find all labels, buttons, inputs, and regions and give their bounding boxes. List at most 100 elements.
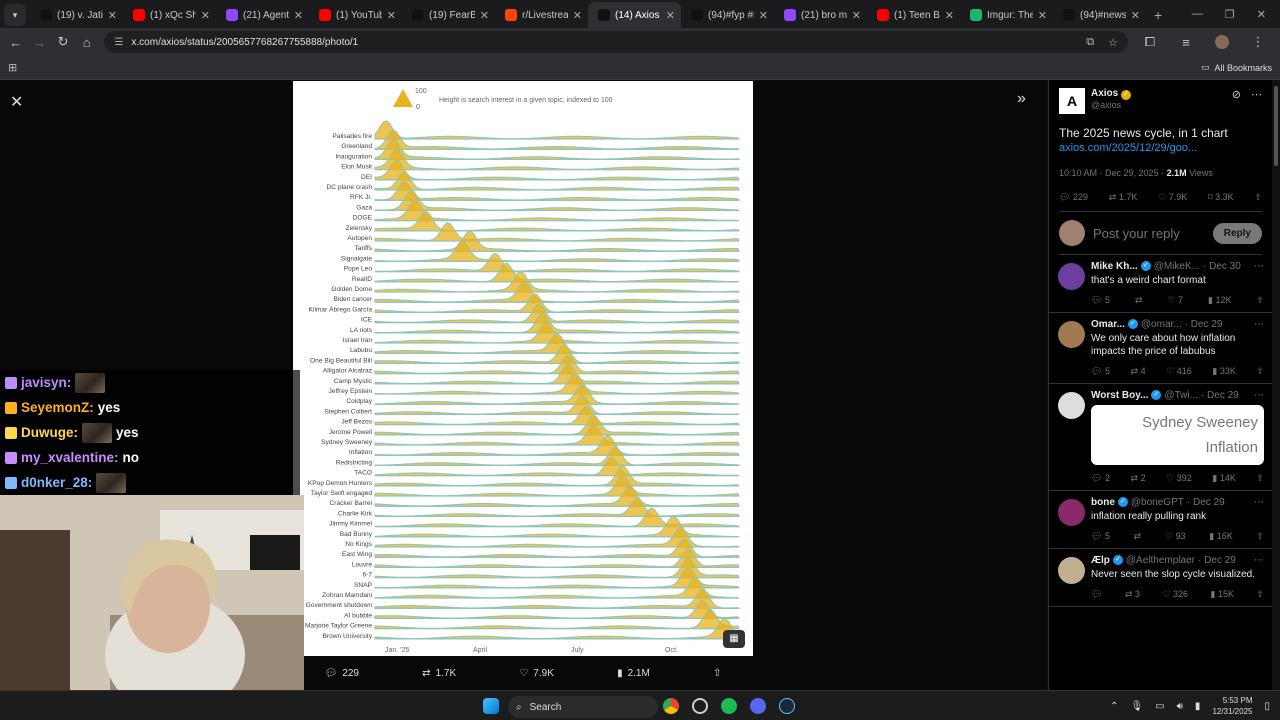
reply-like-button[interactable]: ♡ 326 [1162, 589, 1188, 600]
tab-close-icon[interactable]: ✕ [945, 9, 954, 22]
reply-handle[interactable]: @boneGPT [1131, 497, 1184, 508]
reply-views-button[interactable]: ▮ 14K [1212, 473, 1235, 484]
install-icon[interactable]: ⧉ [1086, 36, 1094, 49]
reply-button[interactable]: 💬︎ 229 [325, 668, 359, 679]
post-handle[interactable]: @axios [1091, 100, 1131, 110]
reply-repost-button[interactable]: ⇄ 2 [1131, 473, 1146, 484]
reply-author[interactable]: Worst Boy... [1091, 390, 1148, 401]
more-options-icon[interactable]: ⋯ [1251, 88, 1262, 101]
post-repost-button[interactable]: ⇄ 1.7K [1109, 192, 1138, 203]
reply-handle[interactable]: @MikeK... [1154, 261, 1200, 272]
tab-close-icon[interactable]: ✕ [573, 9, 582, 22]
all-bookmarks-button[interactable]: ▭ All Bookmarks [1201, 62, 1272, 73]
reply-avatar[interactable] [1058, 499, 1085, 526]
reply-avatar[interactable] [1058, 321, 1085, 348]
spotify-icon[interactable] [721, 698, 737, 714]
reply-tweet[interactable]: Omar... ✓ @omar... · Dec 29 ⋯ We only care … [1049, 313, 1272, 384]
reload-icon[interactable]: ↻ [51, 31, 75, 53]
expand-sidebar-icon[interactable]: » [1017, 90, 1026, 108]
post-time[interactable]: 10:10 AM · Dec 29, 2025 · [1059, 168, 1167, 178]
repost-button[interactable]: ⇄ 1.7K [422, 668, 456, 679]
reply-repost-button[interactable]: ⇄ [1135, 295, 1143, 306]
tab-close-icon[interactable]: ✕ [387, 9, 396, 22]
share-button[interactable]: ⇧ [713, 668, 721, 679]
reply-like-button[interactable]: ♡ 93 [1165, 531, 1186, 542]
tab-1[interactable]: (1) xQc Shar ✕ [123, 2, 216, 28]
reply-share-icon[interactable]: ⇧ [1256, 473, 1264, 484]
tab-search-icon[interactable]: ▾ [4, 4, 26, 26]
post-like-button[interactable]: ♡ 7.9K [1158, 192, 1187, 203]
forward-icon[interactable]: → [28, 31, 52, 53]
reply-author[interactable]: Ælp [1091, 555, 1110, 566]
reply-repost-button[interactable]: ⇄ 4 [1131, 366, 1146, 377]
post-author[interactable]: Axios [1091, 88, 1118, 99]
windows-start-icon[interactable] [483, 698, 499, 714]
reply-reply-button[interactable]: 💬︎ 5 [1091, 531, 1110, 542]
tab-3[interactable]: (1) YouTube ✕ [309, 2, 402, 28]
reply-views-button[interactable]: ▮ 33K [1212, 366, 1235, 377]
network-icon[interactable]: ▭ [1155, 701, 1164, 712]
tab-close-icon[interactable]: ✕ [480, 9, 489, 22]
notification-icon[interactable]: ▯ [1264, 701, 1270, 712]
reply-views-button[interactable]: ▮ 16K [1209, 531, 1232, 542]
post-share-icon[interactable]: ⇧ [1254, 192, 1262, 203]
tab-close-icon[interactable]: ✕ [759, 9, 768, 22]
reply-reply-button[interactable]: 💬︎ [1091, 589, 1102, 600]
battery-icon[interactable]: ▮ [1195, 701, 1201, 712]
tray-chevron-icon[interactable]: ⌃ [1110, 701, 1118, 712]
reply-handle[interactable]: @Aelthemplaer [1126, 555, 1195, 566]
bookmark-star-icon[interactable]: ☆ [1108, 36, 1118, 49]
reply-tweet[interactable]: bone ✓ @boneGPT · Dec 29 ⋯ inflation really… [1049, 491, 1272, 549]
chrome-icon[interactable] [663, 698, 679, 714]
tab-10[interactable]: Imgur: The n ✕ [960, 2, 1053, 28]
reply-input[interactable]: Post your reply [1093, 226, 1205, 241]
discord-icon[interactable] [750, 698, 766, 714]
reply-reply-button[interactable]: 💬︎ 2 [1091, 473, 1110, 484]
close-viewer-icon[interactable]: ✕ [10, 92, 23, 112]
reply-tweet[interactable]: Ælp ✓ @Aelthemplaer · Dec 29 ⋯ Never seen t… [1049, 549, 1272, 607]
reply-author[interactable]: bone [1091, 497, 1115, 508]
sidebar-scrollbar[interactable] [1272, 80, 1280, 690]
reply-share-icon[interactable]: ⇧ [1256, 295, 1264, 306]
reply-image[interactable]: Sydney Sweeney Inflation [1091, 405, 1264, 465]
reply-views-button[interactable]: ▮ 12K [1208, 295, 1231, 306]
tab-0[interactable]: (19) v. Jatin ✕ [30, 2, 123, 28]
back-icon[interactable]: ← [4, 31, 28, 53]
profile-avatar[interactable] [1210, 31, 1234, 53]
tab-9[interactable]: (1) Teen Bus ✕ [867, 2, 960, 28]
microphone-icon[interactable]: 🎙︎ [1130, 701, 1143, 712]
reply-author[interactable]: Mike Kh... [1091, 261, 1138, 272]
reply-handle[interactable]: @omar... [1141, 319, 1182, 330]
taskbar-search[interactable]: ⌕ Search [508, 696, 658, 718]
views-button[interactable]: ▮ 2.1M [617, 668, 650, 679]
maximize-icon[interactable]: ❐ [1225, 8, 1235, 21]
steam-icon[interactable] [779, 698, 795, 714]
reply-author[interactable]: Omar... [1091, 319, 1125, 330]
minimize-icon[interactable]: — [1192, 8, 1203, 21]
reply-tweet[interactable]: Worst Boy... ✓ @Twi... · Dec 29 ⋯ Sydney Sw… [1049, 384, 1272, 491]
axios-avatar[interactable]: A [1059, 88, 1085, 114]
post-reply-button[interactable]: 💬︎ 229 [1059, 192, 1088, 203]
reply-repost-button[interactable]: ⇄ 3 [1125, 589, 1140, 600]
tab-8[interactable]: (21) bro mix ✕ [774, 2, 867, 28]
tab-2[interactable]: (21) Agent n ✕ [216, 2, 309, 28]
reply-like-button[interactable]: ♡ 416 [1166, 366, 1192, 377]
media-icon[interactable]: ≡ [1174, 31, 1198, 53]
reply-like-button[interactable]: ♡ 7 [1167, 295, 1183, 306]
reply-repost-button[interactable]: ⇄ [1134, 531, 1142, 542]
more-options-icon[interactable]: ⋯ [1254, 390, 1264, 401]
reply-avatar[interactable] [1058, 392, 1085, 419]
new-tab-button[interactable]: + [1146, 7, 1172, 28]
obs-icon[interactable] [692, 698, 708, 714]
tab-close-icon[interactable]: ✕ [1131, 9, 1140, 22]
alt-text-icon[interactable]: ▦ [723, 630, 745, 648]
volume-icon[interactable]: 🔊︎ [1177, 701, 1183, 712]
tab-close-icon[interactable]: ✕ [108, 9, 117, 22]
reply-submit-button[interactable]: Reply [1212, 222, 1262, 244]
tab-7[interactable]: (94)#fyp #n ✕ [681, 2, 774, 28]
site-info-icon[interactable]: ☰ [114, 37, 123, 48]
reply-reply-button[interactable]: 💬︎ 5 [1091, 295, 1110, 306]
post-bookmark-button[interactable]: ⌑ 3.3K [1208, 192, 1234, 203]
post-link[interactable]: axios.com/2025/12/29/goo... [1059, 142, 1262, 154]
tab-6[interactable]: (14) Axios o ✕ [588, 2, 681, 28]
